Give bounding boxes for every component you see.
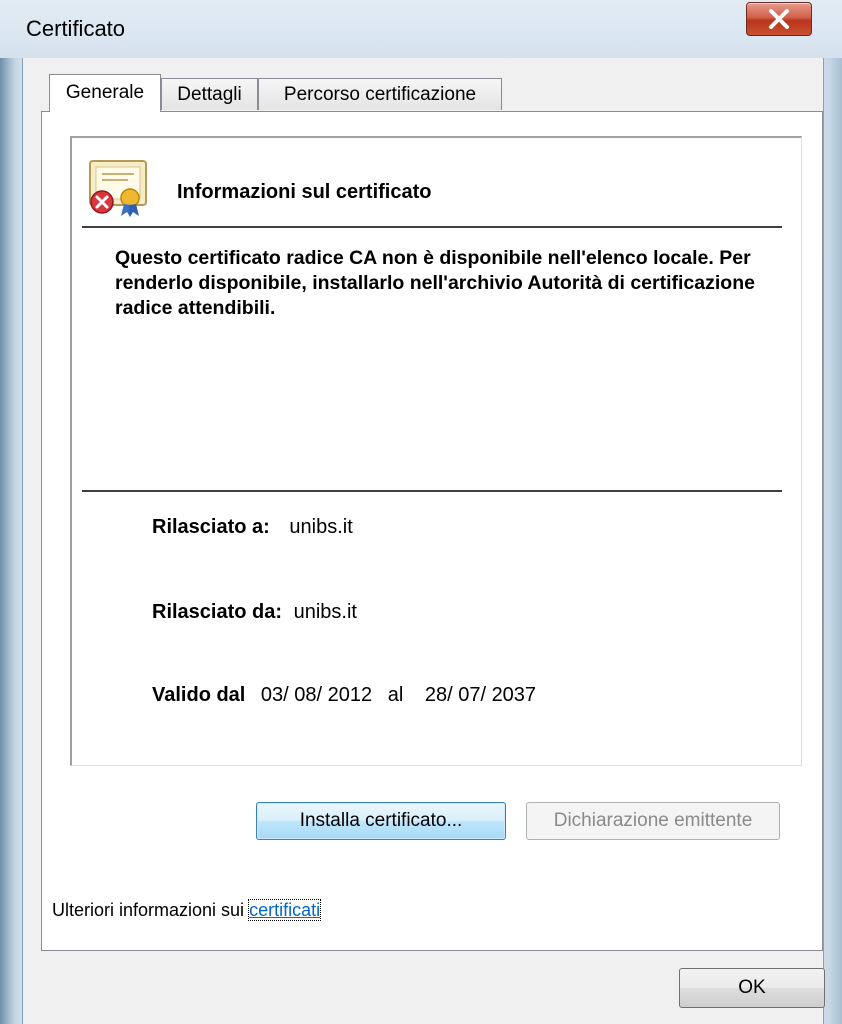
info-heading: Informazioni sul certificato (177, 181, 432, 203)
issued-by-row: Rilasciato da: unibs.it (152, 601, 357, 624)
issued-to-label: Rilasciato a: (152, 516, 270, 538)
issued-by-value: unibs.it (293, 601, 357, 623)
tab-dettagli[interactable]: Dettagli (161, 78, 258, 110)
details-divider (82, 490, 782, 492)
valid-to-value: 28/ 07/ 2037 (424, 684, 537, 706)
ok-button[interactable]: OK (679, 968, 825, 1008)
certificate-error-icon (89, 160, 147, 217)
valid-to-label: al (387, 684, 404, 706)
valid-from-value: 03/ 08/ 2012 (260, 684, 373, 706)
tab-label: Dettagli (177, 84, 242, 105)
window-title: Certificato (26, 16, 126, 41)
issuer-statement-button: Dichiarazione emittente (526, 802, 780, 840)
issued-by-label: Rilasciato da: (152, 601, 283, 623)
dialog-client-area: Generale Dettagli Percorso certificazion… (22, 58, 825, 1024)
certificate-status-message: Questo certificato radice CA non è dispo… (115, 247, 755, 319)
certificate-dialog: Certificato Generale Dettagli Percorso c… (0, 0, 842, 1024)
valid-from-label: Valido dal (152, 684, 246, 706)
certificate-info-box: Informazioni sul certificato Questo cert… (70, 136, 802, 766)
close-icon (769, 9, 789, 29)
tab-generale[interactable]: Generale (49, 74, 161, 112)
issued-to-row: Rilasciato a: unibs.it (152, 516, 353, 539)
issued-to-value: unibs.it (289, 516, 353, 538)
title-bar[interactable]: Certificato (0, 0, 842, 58)
install-certificate-button[interactable]: Installa certificato... (256, 802, 506, 840)
more-info-line: Ulteriori informazioni sui certificati (52, 899, 322, 921)
more-info-text: Ulteriori informazioni sui (52, 900, 245, 920)
certificates-link[interactable]: certificati (248, 899, 322, 921)
tab-percorso-certificazione[interactable]: Percorso certificazione (258, 78, 502, 110)
tab-panel-generale: Informazioni sul certificato Questo cert… (41, 111, 823, 951)
tab-label: Percorso certificazione (283, 84, 477, 105)
tab-label: Generale (65, 82, 145, 103)
heading-divider (82, 226, 782, 228)
close-button[interactable] (746, 2, 812, 36)
validity-row: Valido dal 03/ 08/ 2012 al 28/ 07/ 2037 (152, 684, 536, 707)
